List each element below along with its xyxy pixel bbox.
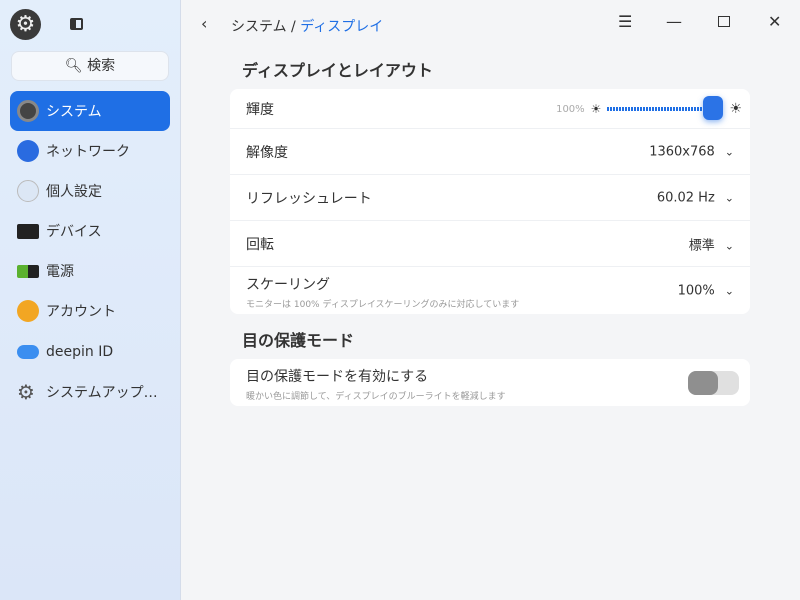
search-icon: 🔍︎ (64, 58, 83, 74)
main-panel: ‹ システム / ディスプレイ ☰ — ✕ ディスプレイとレイアウト 輝度 10… (181, 0, 800, 600)
scaling-dropdown[interactable]: 100% ⌄ (678, 283, 734, 298)
refresh-row[interactable]: リフレッシュレート 60.02 Hz ⌄ (230, 175, 750, 221)
resolution-dropdown[interactable]: 1360x768 ⌄ (649, 144, 734, 159)
account-icon (17, 300, 39, 322)
search-input[interactable]: 🔍︎ 検索 (11, 51, 169, 81)
sidebar-item-network[interactable]: ネットワーク (10, 131, 170, 171)
back-button[interactable]: ‹ (201, 14, 207, 33)
slider-track[interactable] (607, 96, 724, 120)
minimize-button[interactable]: — (666, 12, 682, 31)
sidebar: ⚙ 🔍︎ 検索 システム ネットワーク 個人設定 デバイス 電源 アカウント d… (0, 0, 181, 600)
sidebar-item-personalization[interactable]: 個人設定 (10, 171, 170, 211)
chevron-down-icon: ⌄ (724, 145, 734, 158)
sidebar-item-deepin-id[interactable]: deepin ID (10, 332, 170, 372)
breadcrumb-separator: / (291, 19, 296, 35)
section-title-eye-protection: 目の保護モード (242, 331, 355, 350)
update-icon: ⚙ (17, 380, 35, 404)
power-icon (17, 264, 39, 278)
toggle-knob (688, 371, 718, 395)
sidebar-toggle-icon[interactable] (70, 18, 83, 30)
system-icon (17, 100, 39, 122)
brightness-row: 輝度 100% ☀ ☀ (230, 89, 750, 129)
cloud-icon (17, 345, 39, 359)
display-card: 輝度 100% ☀ ☀ 解像度 1360x768 ⌄ リフレッシュレート 60.02 … (230, 89, 750, 314)
resolution-row[interactable]: 解像度 1360x768 ⌄ (230, 129, 750, 175)
section-title-display: ディスプレイとレイアウト (242, 61, 433, 80)
breadcrumb: システム / ディスプレイ (231, 16, 383, 36)
breadcrumb-system[interactable]: システム (231, 19, 287, 35)
brightness-high-icon: ☀ (729, 101, 742, 117)
chevron-down-icon: ⌄ (724, 239, 734, 252)
sidebar-item-system-update[interactable]: ⚙ システムアップ… (10, 372, 170, 412)
eye-protection-row: 目の保護モードを有効にする 暖かい色に調節して、ディスプレイのブルーライトを軽減… (230, 359, 750, 406)
network-icon (17, 140, 39, 162)
slider-thumb[interactable] (703, 96, 724, 120)
eye-protection-card: 目の保護モードを有効にする 暖かい色に調節して、ディスプレイのブルーライトを軽減… (230, 359, 750, 406)
brightness-slider[interactable]: 100% ☀ ☀ (556, 96, 742, 121)
chevron-down-icon: ⌄ (724, 191, 734, 204)
maximize-button[interactable] (718, 16, 730, 27)
breadcrumb-current: ディスプレイ (300, 19, 384, 35)
rotation-dropdown[interactable]: 標準 ⌄ (689, 234, 734, 253)
sidebar-item-system[interactable]: システム (10, 91, 170, 131)
sidebar-item-power[interactable]: 電源 (10, 251, 170, 291)
settings-app-icon: ⚙ (10, 9, 41, 40)
scaling-row[interactable]: スケーリング モニターは 100% ディスプレイスケーリングのみに対応しています 1… (230, 267, 750, 314)
brightness-low-icon: ☀ (590, 102, 602, 116)
devices-icon (17, 223, 39, 239)
refresh-dropdown[interactable]: 60.02 Hz ⌄ (657, 190, 734, 205)
sidebar-item-account[interactable]: アカウント (10, 291, 170, 331)
sidebar-item-devices[interactable]: デバイス (10, 211, 170, 251)
rotation-row[interactable]: 回転 標準 ⌄ (230, 221, 750, 267)
chevron-down-icon: ⌄ (724, 284, 734, 297)
menu-icon[interactable]: ☰ (618, 12, 632, 31)
eye-protection-toggle[interactable] (688, 371, 739, 395)
personalization-icon (17, 180, 39, 202)
close-button[interactable]: ✕ (768, 12, 781, 31)
